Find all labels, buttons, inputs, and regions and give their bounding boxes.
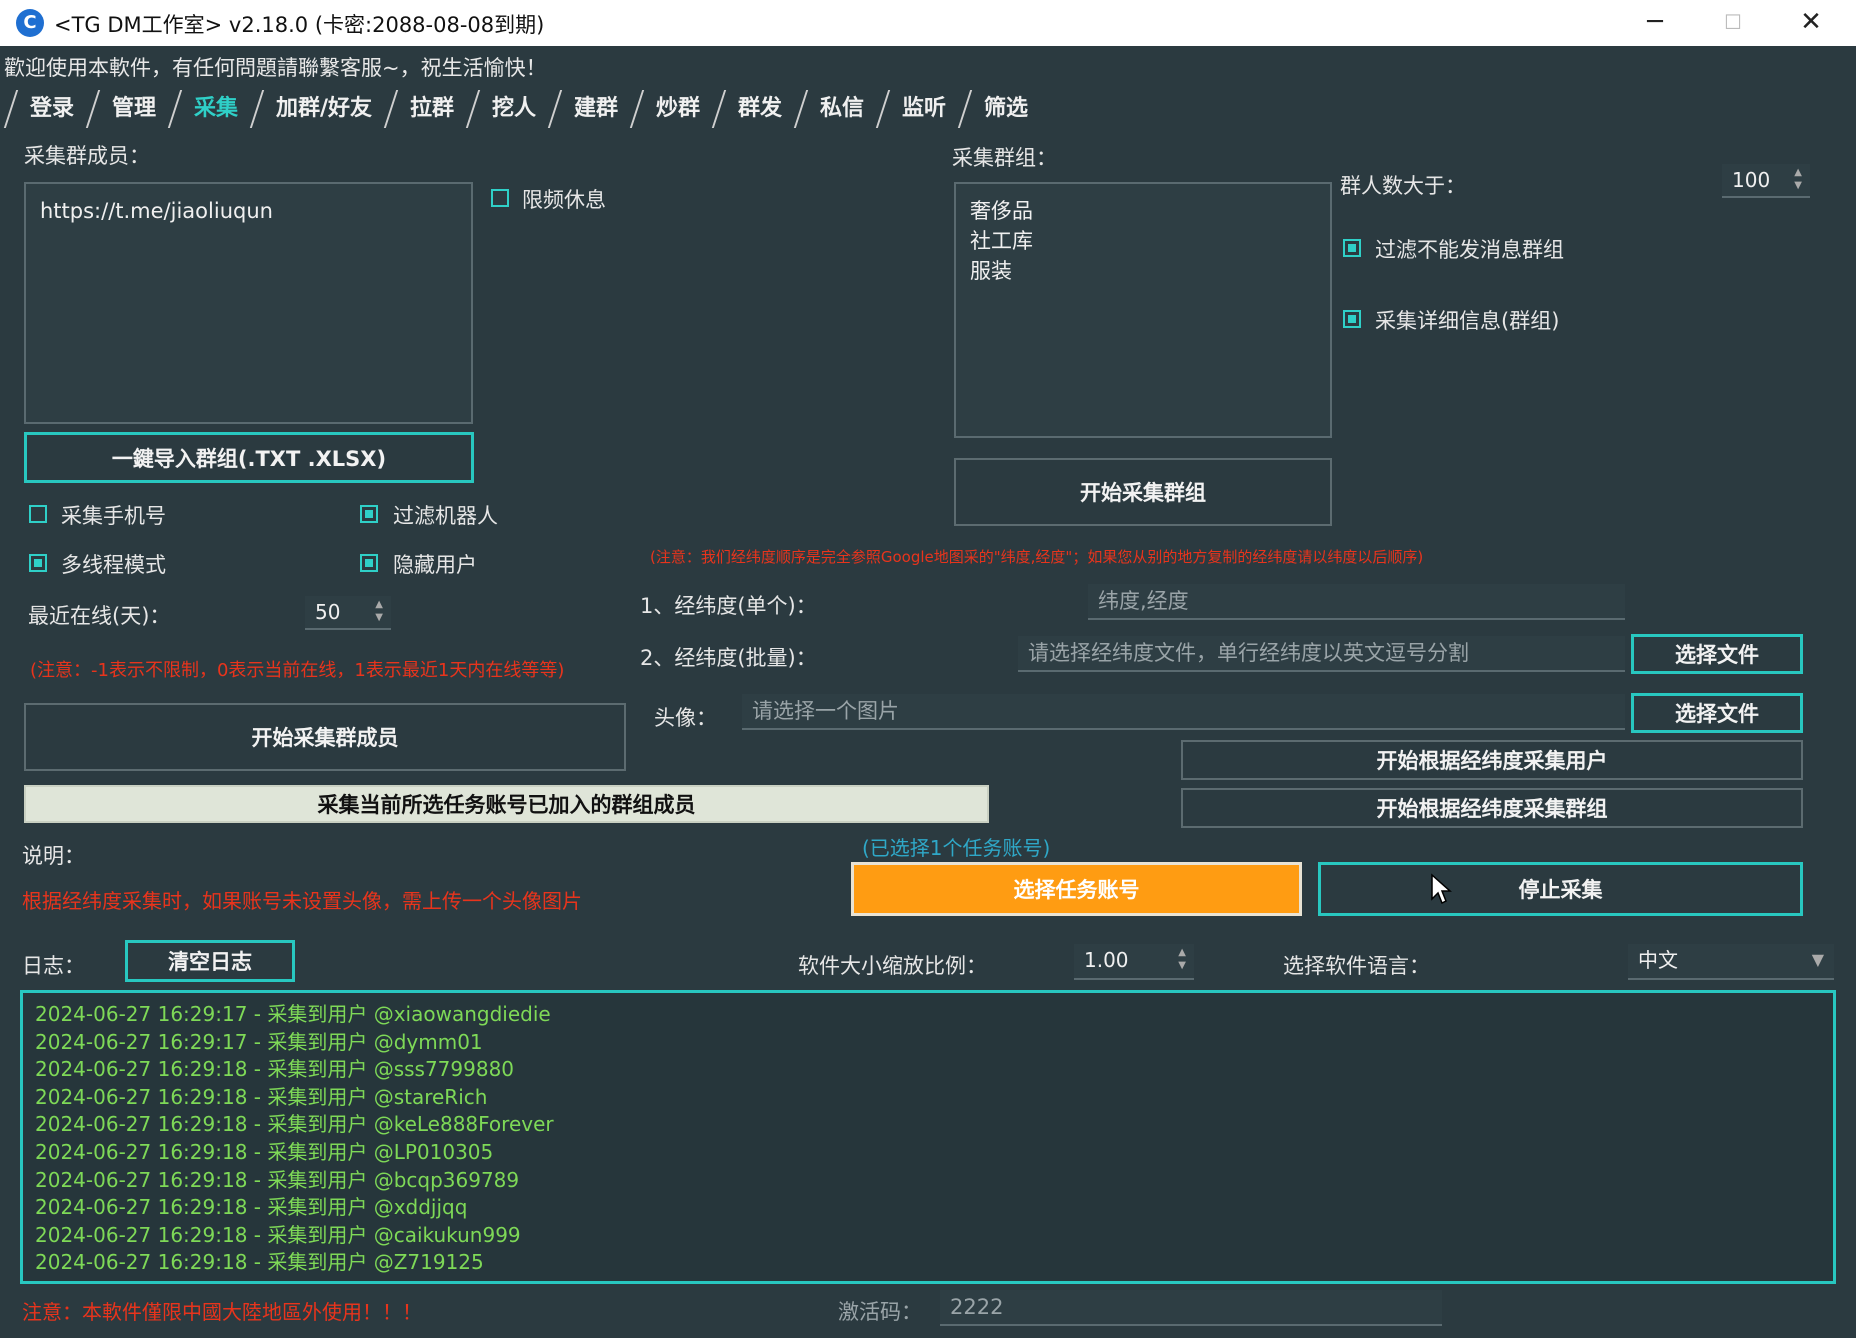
activation-code-input[interactable]: 2222 (940, 1290, 1442, 1326)
stop-collect-button[interactable]: 停止采集 (1318, 862, 1803, 916)
recent-online-stepper[interactable]: 50 ▲ ▼ (305, 596, 391, 630)
group-count-stepper[interactable]: 100 ▲ ▼ (1722, 164, 1810, 198)
close-button[interactable]: ✕ (1772, 0, 1850, 46)
tab-dig-people[interactable]: 挖人 (465, 90, 559, 128)
geo-note: (注意：我们经纬度顺序是完全参照Google地图采的"纬度,经度"；如果您从别的… (650, 548, 1424, 566)
tab-bar: 登录 管理 采集 加群/好友 拉群 挖人 建群 炒群 群发 私信 监听 筛选 (3, 90, 1051, 130)
tab-mass-send[interactable]: 群发 (711, 90, 805, 128)
latlng-single-input[interactable]: 纬度,经度 (1088, 584, 1625, 620)
recent-online-label: 最近在线(天)： (28, 604, 171, 628)
stepper-arrows-icon[interactable]: ▲ ▼ (1178, 946, 1186, 972)
log-entry: 2024-06-27 16:29:18 - 采集到用户 @sss7799880 (35, 1057, 515, 1082)
log-entry: 2024-06-27 16:29:18 - 采集到用户 @xddjjqq (35, 1195, 468, 1220)
description-note: 根据经纬度采集时，如果账号未设置头像，需上传一个头像图片 (22, 889, 582, 913)
collect-groups-label: 采集群组： (952, 146, 1057, 170)
log-label: 日志： (22, 954, 85, 978)
choose-latlng-file-button[interactable]: 选择文件 (1631, 634, 1803, 674)
tab-join-group[interactable]: 加群/好友 (249, 90, 395, 128)
description-label: 说明： (22, 844, 85, 868)
choose-avatar-file-button[interactable]: 选择文件 (1631, 693, 1803, 733)
collect-phone-checkbox[interactable] (29, 505, 47, 523)
tab-boost-group[interactable]: 炒群 (629, 90, 723, 128)
minimize-button[interactable]: ─ (1616, 0, 1694, 46)
log-entry: 2024-06-27 16:29:17 - 采集到用户 @xiaowangdie… (35, 1002, 551, 1026)
window-title-bar: C <TG DM工作室> v2.18.0 (卡密:2088-08-08到期) ─… (0, 0, 1856, 46)
rate-limit-rest-checkbox[interactable] (491, 189, 509, 207)
maximize-button[interactable]: ☐ (1694, 0, 1772, 46)
select-task-accounts-button[interactable]: 选择任务账号 (851, 862, 1302, 916)
tab-manage[interactable]: 管理 (85, 90, 179, 128)
groups-textarea[interactable]: 奢侈品 社工库 服装 (954, 182, 1332, 438)
tab-collect[interactable]: 采集 (167, 90, 261, 128)
stepper-arrows-icon[interactable]: ▲ ▼ (1794, 166, 1802, 192)
collect-users-by-geo-button[interactable]: 开始根据经纬度采集用户 (1181, 740, 1803, 780)
tab-monitor[interactable]: 监听 (876, 90, 969, 128)
collect-group-details-label: 采集详细信息(群组) (1375, 309, 1560, 333)
collect-members-label: 采集群成员： (24, 144, 150, 168)
log-entry: 2024-06-27 16:29:18 - 采集到用户 @stareRich (35, 1084, 488, 1109)
group-count-label: 群人数大于： (1340, 174, 1466, 198)
scale-stepper[interactable]: 1.00 ▲ ▼ (1074, 944, 1194, 980)
log-entry: 2024-06-27 16:29:18 - 采集到用户 @caikukun999 (35, 1222, 521, 1247)
collect-group-details-checkbox[interactable] (1343, 310, 1361, 328)
collect-groups-by-geo-button[interactable]: 开始根据经纬度采集群组 (1181, 788, 1803, 828)
start-collect-members-button[interactable]: 开始采集群成员 (24, 703, 626, 771)
log-entry: 2024-06-27 16:29:18 - 采集到用户 @bcqp369789 (35, 1167, 520, 1192)
filter-no-msg-groups-label: 过滤不能发消息群组 (1375, 238, 1564, 262)
latlng-single-label: 1、经纬度(单个)： (640, 594, 817, 618)
usage-warning: 注意：本軟件僅限中國大陸地區外使用！！！ (22, 1300, 422, 1324)
tab-private-msg[interactable]: 私信 (793, 90, 887, 128)
mouse-cursor-icon (1431, 873, 1452, 905)
hide-users-label: 隐藏用户 (393, 553, 477, 577)
log-entry: 2024-06-27 16:29:18 - 采集到用户 @keLe888Fore… (35, 1112, 554, 1137)
rate-limit-rest-label: 限频休息 (522, 188, 606, 212)
latlng-batch-input[interactable]: 请选择经纬度文件，单行经纬度以英文逗号分割 (1018, 636, 1625, 672)
app-logo-icon: C (16, 9, 44, 37)
tab-login[interactable]: 登录 (3, 90, 97, 128)
tab-filter[interactable]: 筛选 (958, 90, 1051, 128)
import-groups-button[interactable]: 一鍵导入群组(.TXT .XLSX) (24, 432, 474, 483)
welcome-message: 歡迎使用本軟件，有任何問題請聯繫客服~，祝生活愉快！ (4, 56, 547, 80)
tab-pull-group[interactable]: 拉群 (383, 90, 477, 128)
filter-bots-label: 过滤机器人 (393, 504, 498, 528)
multithread-label: 多线程模式 (61, 553, 166, 577)
log-panel[interactable]: 2024-06-27 16:29:17 - 采集到用户 @xiaowangdie… (20, 990, 1836, 1284)
selected-accounts-status: (已选择1个任务账号) (862, 836, 1051, 860)
activation-label: 激活码： (838, 1300, 922, 1324)
language-select[interactable]: 中文 ▼ (1628, 944, 1834, 980)
online-note: (注意：-1表示不限制，0表示当前在线，1表示最近1天内在线等等) (30, 660, 565, 681)
window-title: <TG DM工作室> v2.18.0 (卡密:2088-08-08到期) (54, 13, 545, 37)
filter-no-msg-groups-checkbox[interactable] (1343, 239, 1361, 257)
avatar-label: 头像： (654, 706, 717, 730)
log-entry: 2024-06-27 16:29:18 - 采集到用户 @LP010305 (35, 1139, 494, 1164)
start-collect-groups-button[interactable]: 开始采集群组 (954, 458, 1332, 526)
hide-users-checkbox[interactable] (360, 554, 378, 572)
log-entry: 2024-06-27 16:29:18 - 采集到用户 @Z719125 (35, 1250, 484, 1275)
chevron-down-icon[interactable]: ▼ (1812, 944, 1824, 976)
filter-bots-checkbox[interactable] (360, 505, 378, 523)
tab-create-group[interactable]: 建群 (547, 90, 641, 128)
members-textarea[interactable]: https://t.me/jiaoliuqun (24, 182, 473, 424)
collect-phone-label: 采集手机号 (61, 504, 166, 528)
latlng-batch-label: 2、经纬度(批量)： (640, 646, 817, 670)
avatar-input[interactable]: 请选择一个图片 (742, 694, 1625, 730)
stepper-arrows-icon[interactable]: ▲ ▼ (375, 598, 383, 624)
clear-log-button[interactable]: 清空日志 (125, 940, 295, 982)
scale-label: 软件大小缩放比例： (798, 954, 987, 978)
collect-joined-members-button[interactable]: 采集当前所选任务账号已加入的群组成员 (24, 785, 989, 823)
language-label: 选择软件语言： (1283, 954, 1430, 978)
multithread-checkbox[interactable] (29, 554, 47, 572)
log-entry: 2024-06-27 16:29:17 - 采集到用户 @dymm01 (35, 1029, 483, 1054)
